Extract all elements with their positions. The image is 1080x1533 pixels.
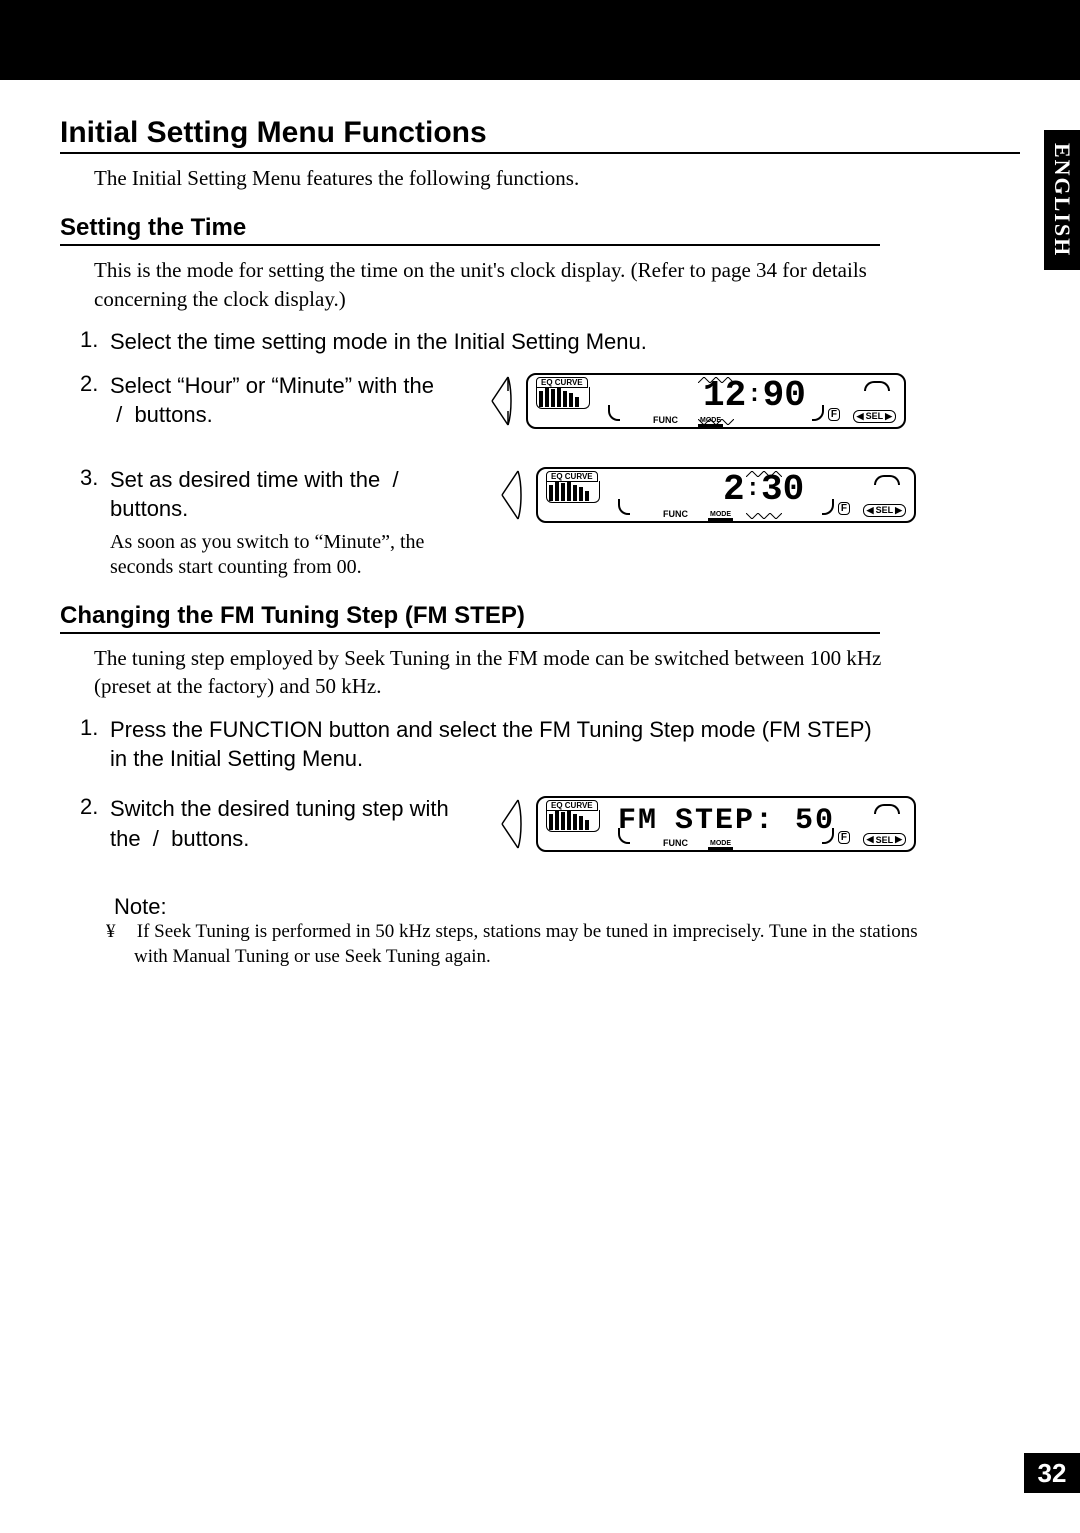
time-step-1: 1. Select the time setting mode in the I…	[80, 327, 1020, 357]
lcd-figure-time-minute: EQ CURVE FUNC MODE 2:30 F	[500, 465, 916, 525]
step-text: Switch the desired tuning step with the …	[110, 794, 450, 853]
time-intro: This is the mode for setting the time on…	[94, 256, 914, 313]
page-number: 32	[1024, 1453, 1080, 1493]
note-text: If Seek Tuning is performed in 50 kHz st…	[134, 921, 918, 967]
step-text: Select the time setting mode in the Init…	[110, 327, 890, 357]
language-tab: ENGLISH	[1044, 130, 1080, 270]
note-body: ¥ If Seek Tuning is performed in 50 kHz …	[114, 920, 934, 969]
pointer-icon	[500, 794, 528, 854]
loop-icon	[874, 475, 900, 485]
func-label: FUNC	[653, 415, 678, 425]
time-step-3: 3. Set as desired time with the / button…	[80, 465, 1020, 580]
clock-hour: 12	[703, 375, 746, 416]
func-label: FUNC	[663, 509, 688, 519]
clock-readout: 12:90	[703, 375, 806, 416]
fm-note: Note: ¥ If Seek Tuning is performed in 5…	[114, 894, 934, 969]
eq-bars-icon	[536, 387, 590, 409]
pointer-icon	[500, 465, 528, 525]
highlight-bot-icon	[746, 513, 782, 519]
eq-bars-icon	[546, 810, 600, 832]
eq-bars-icon	[546, 481, 600, 503]
fm-title: Changing the FM Tuning Step (FM STEP)	[60, 602, 880, 634]
section-title: Initial Setting Menu Functions	[60, 116, 1020, 154]
clock-hour: 2	[723, 469, 745, 510]
loop-icon	[874, 804, 900, 814]
sel-box: ◀ SEL ▶	[863, 833, 906, 846]
f-badge: F	[828, 408, 840, 421]
fm-step-readout: FM STEP: 50	[618, 804, 835, 838]
header-black-bar	[0, 0, 1080, 80]
highlight-bot-icon	[698, 419, 734, 425]
func-label: FUNC	[663, 838, 688, 848]
step-number: 2.	[80, 371, 110, 397]
time-step-2: 2. Select “Hour” or “Minute” with the / …	[80, 371, 1020, 431]
f-badge: F	[838, 502, 850, 515]
time-title: Setting the Time	[60, 214, 880, 246]
lcd-display: EQ CURVE FUNC MODE FM STEP: 50 F ◀ SEL ▶	[536, 796, 916, 852]
fm-step-2: 2. Switch the desired tuning step with t…	[80, 794, 1020, 854]
loop-icon	[864, 381, 890, 391]
step-number: 2.	[80, 794, 110, 820]
section-intro: The Initial Setting Menu features the fo…	[94, 164, 914, 192]
step-subnote: As soon as you switch to “Minute”, the s…	[110, 530, 450, 580]
step-text: Set as desired time with the / buttons.	[110, 465, 450, 524]
step-number: 1.	[80, 715, 110, 741]
lcd-figure-fm-step: EQ CURVE FUNC MODE FM STEP: 50 F ◀ SEL ▶	[500, 794, 916, 854]
pointer-icon	[490, 371, 518, 431]
lcd-display: EQ CURVE FUNC MODE 2:30 F	[536, 467, 916, 523]
f-badge: F	[838, 831, 850, 844]
mode-label: MODE	[708, 840, 733, 850]
fm-intro: The tuning step employed by Seek Tuning …	[94, 644, 914, 701]
step-text: Select “Hour” or “Minute” with the / but…	[110, 371, 440, 430]
mode-label: MODE	[708, 511, 733, 521]
lcd-figure-time-hour: EQ CURVE FUNC MODE 12:90 F	[490, 371, 906, 431]
step-text: Press the FUNCTION button and select the…	[110, 715, 890, 774]
fm-step-1: 1. Press the FUNCTION button and select …	[80, 715, 1020, 774]
clock-minute: 30	[761, 469, 804, 510]
step-number: 3.	[80, 465, 110, 491]
bullet-icon: ¥	[120, 920, 132, 945]
sel-box: ◀ SEL ▶	[863, 504, 906, 517]
note-heading: Note:	[114, 894, 934, 920]
lcd-display: EQ CURVE FUNC MODE 12:90 F	[526, 373, 906, 429]
step-number: 1.	[80, 327, 110, 353]
sel-box: ◀ SEL ▶	[853, 410, 896, 423]
clock-minute: 90	[763, 375, 806, 416]
clock-readout: 2:30	[723, 469, 804, 510]
